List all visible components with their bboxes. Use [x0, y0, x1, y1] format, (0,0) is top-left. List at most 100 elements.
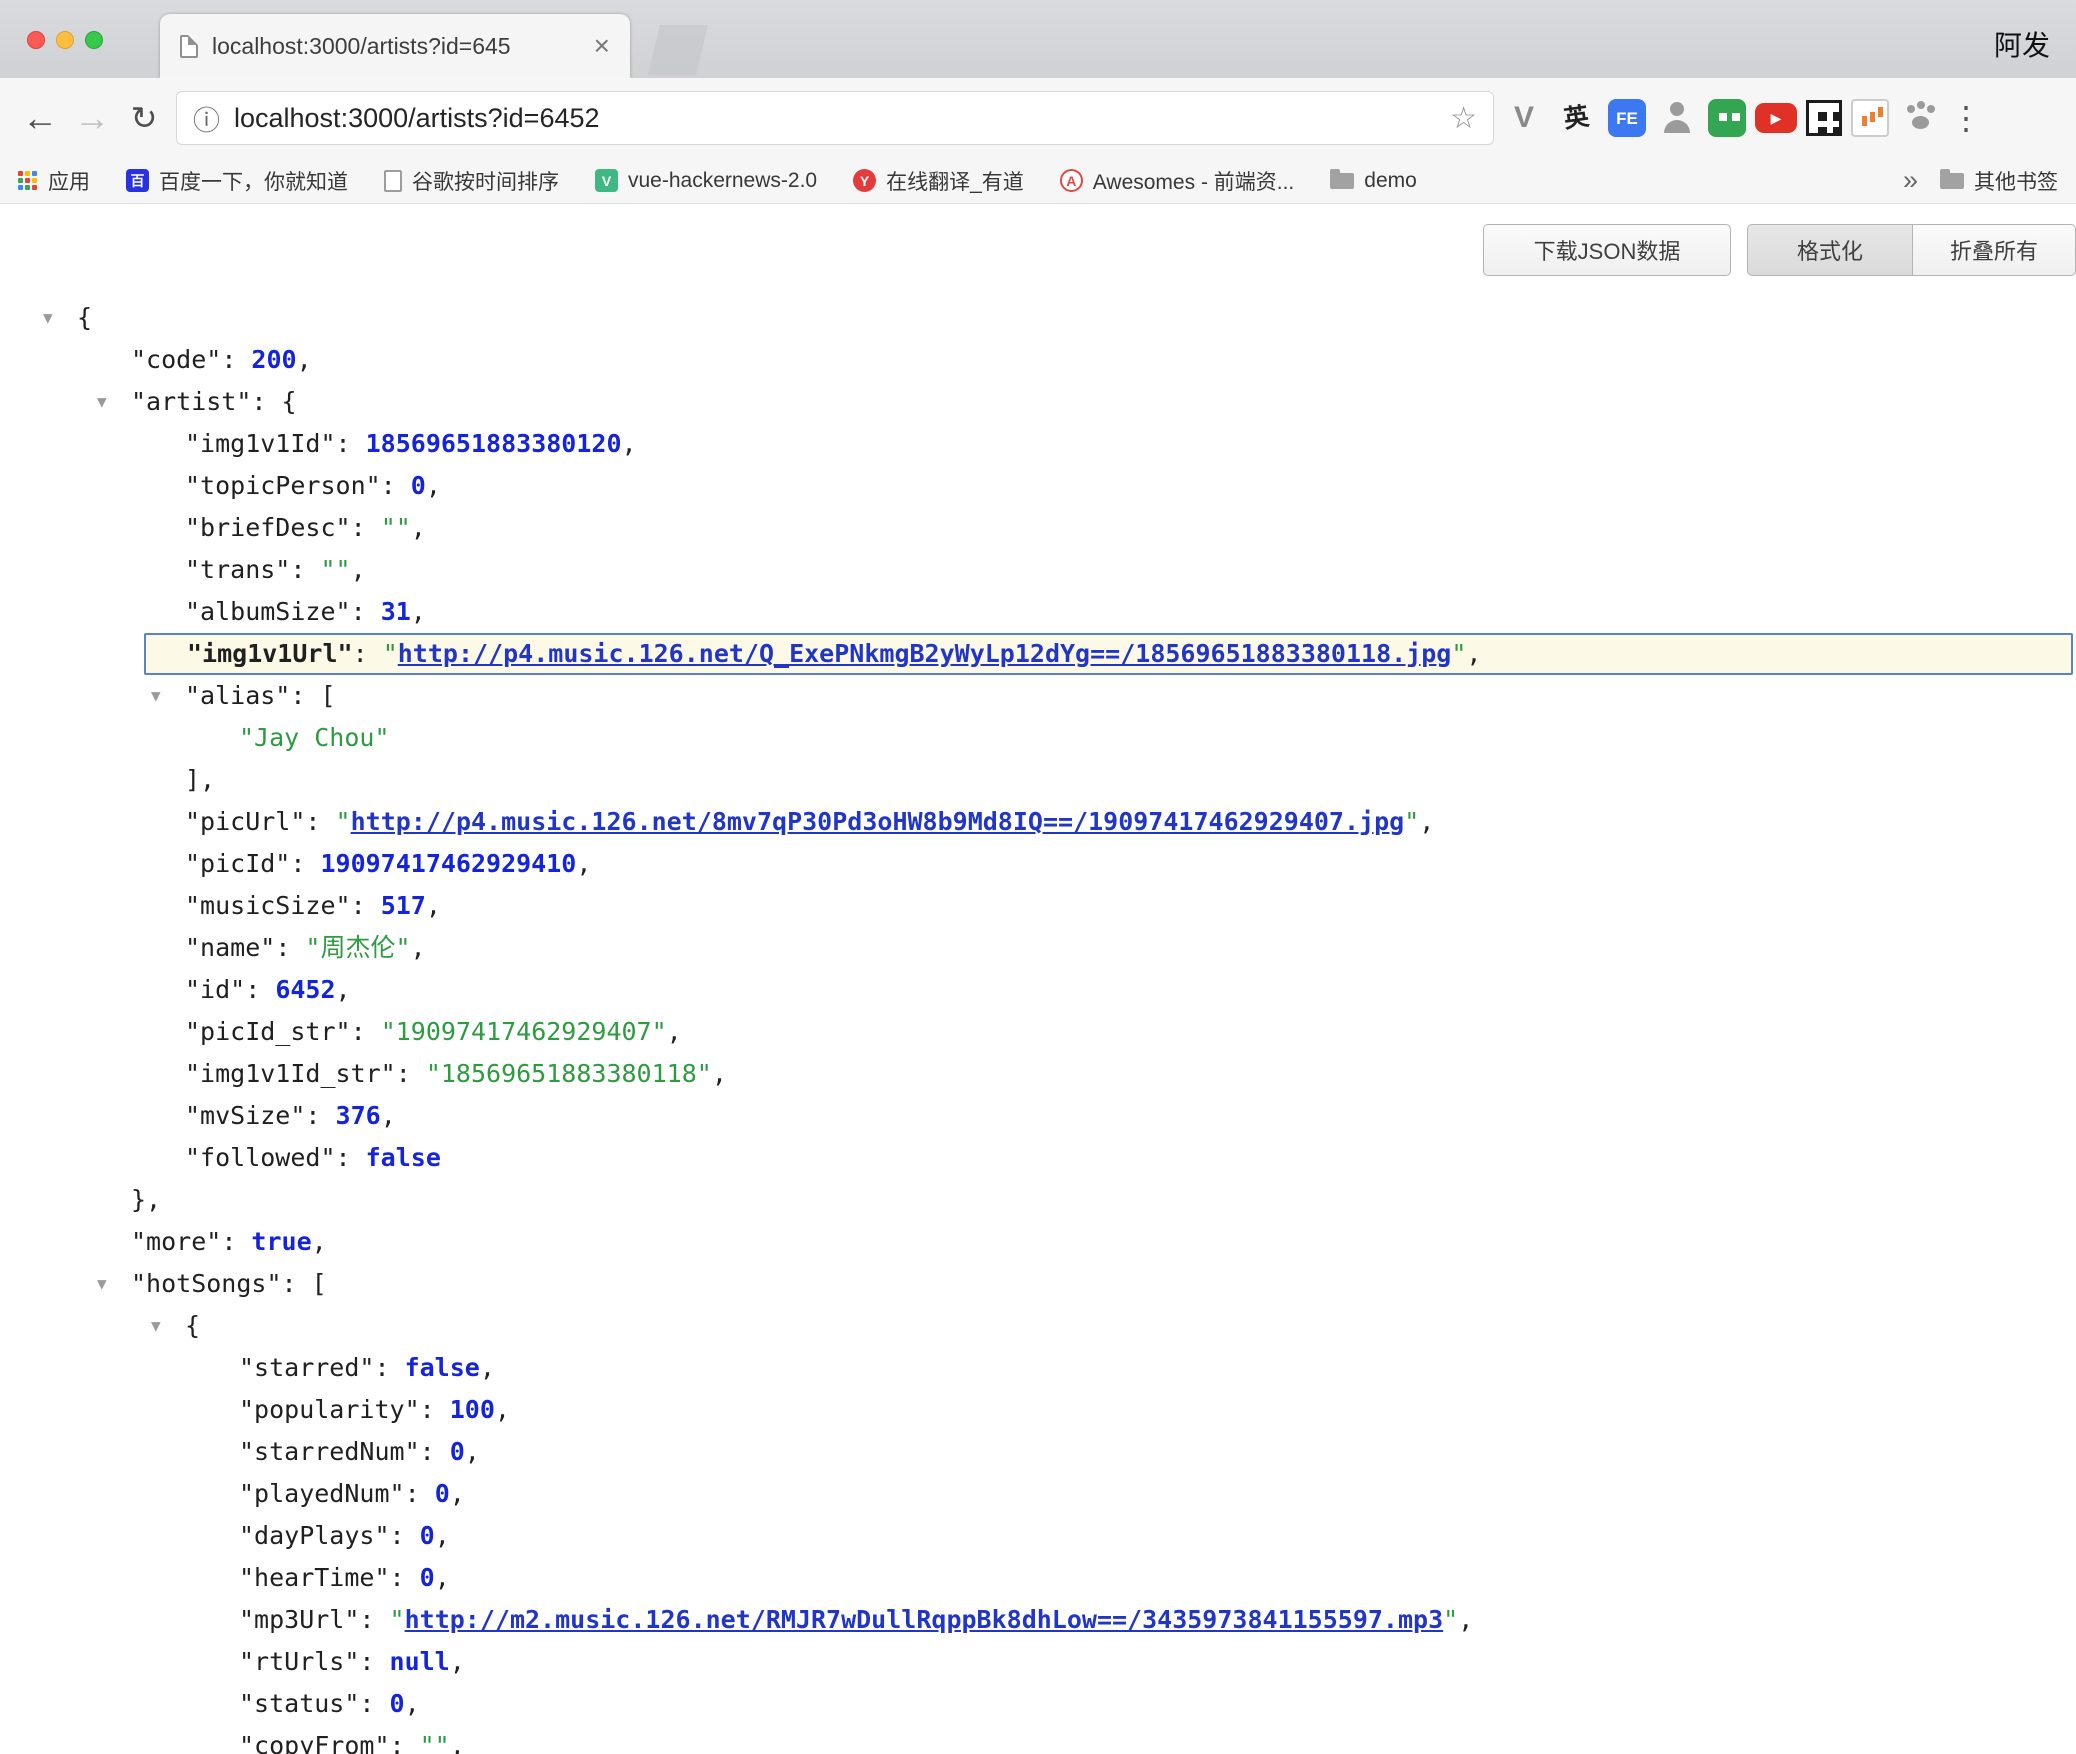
json-token-punct: :: [420, 1395, 450, 1424]
json-token-num: 517: [381, 891, 426, 920]
json-line: "playedNum": 0,: [0, 1473, 2076, 1515]
browser-tab[interactable]: localhost:3000/artists?id=645 ×: [160, 14, 630, 78]
close-window-button[interactable]: [27, 31, 45, 49]
bookmark-item[interactable]: 百百度一下，你就知道: [126, 166, 348, 196]
window-controls: [27, 31, 103, 49]
other-bookmarks[interactable]: 其他书签: [1940, 166, 2058, 196]
tab-close-icon[interactable]: ×: [594, 32, 610, 60]
json-token-punct: : [: [290, 681, 335, 710]
json-token-punct: :: [359, 1689, 389, 1718]
json-token-punct: ,: [312, 1227, 327, 1256]
bookmarks-bar: 应用 百百度一下，你就知道 谷歌按时间排序 Vvue-hackernews-2.0 Y…: [0, 158, 2076, 204]
awesomes-icon: A: [1060, 169, 1083, 192]
vimium-icon-glyph: V: [1514, 103, 1534, 133]
json-token-num: 0: [411, 471, 426, 500]
json-token-punct: ,: [712, 1059, 727, 1088]
json-token-num: 0: [420, 1563, 435, 1592]
new-tab-button[interactable]: [648, 25, 708, 75]
json-token-num: 0: [435, 1479, 450, 1508]
menu-kebab-icon[interactable]: ⋮: [1950, 99, 1980, 137]
json-token-num: 100: [450, 1395, 495, 1424]
collapse-all-button[interactable]: 折叠所有: [1913, 224, 2076, 276]
fe-extension-icon-glyph: FE: [1616, 110, 1638, 127]
player-icon[interactable]: [1851, 99, 1889, 137]
bookmark-item[interactable]: demo: [1330, 169, 1417, 193]
youdao-translate-pen-icon[interactable]: 英: [1555, 96, 1599, 140]
bookmarks-overflow-icon[interactable]: »: [1903, 165, 1918, 196]
profile-name[interactable]: 阿发: [1994, 24, 2050, 64]
bookmark-item[interactable]: Vvue-hackernews-2.0: [595, 169, 817, 193]
collapse-arrow-icon[interactable]: ▼: [97, 1263, 107, 1305]
bookmark-item[interactable]: Y在线翻译_有道: [853, 166, 1024, 196]
url-text[interactable]: localhost:3000/artists?id=6452: [234, 103, 600, 134]
json-url-link[interactable]: http://p4.music.126.net/8mv7qP30Pd3oHW8b…: [351, 807, 1405, 836]
json-token-punct: :: [290, 555, 320, 584]
page-info-icon[interactable]: ⓘ: [193, 99, 220, 138]
fe-extension-icon[interactable]: FE: [1608, 99, 1646, 137]
json-token-punct: ,: [1458, 1605, 1473, 1634]
json-token-str: ": [1404, 807, 1419, 836]
address-bar[interactable]: ⓘ localhost:3000/artists?id=6452 ☆: [176, 91, 1494, 145]
bookmark-label: 在线翻译_有道: [886, 166, 1024, 196]
json-token-key: "trans": [185, 555, 290, 584]
format-button[interactable]: 格式化: [1747, 224, 1913, 276]
browser-window: localhost:3000/artists?id=645 × 阿发 ← → ↻…: [0, 0, 2076, 1754]
json-token-punct: ,: [351, 555, 366, 584]
zoom-window-button[interactable]: [85, 31, 103, 49]
bookmark-star-icon[interactable]: ☆: [1450, 101, 1477, 136]
collapse-arrow-icon[interactable]: ▼: [43, 297, 53, 339]
collapse-arrow-icon[interactable]: ▼: [151, 675, 161, 717]
bookmark-item[interactable]: 谷歌按时间排序: [384, 166, 559, 196]
reload-button[interactable]: ↻: [118, 99, 170, 137]
json-token-key: "picId_str": [185, 1017, 351, 1046]
json-token-punct: : {: [251, 387, 296, 416]
json-line: "hearTime": 0,: [0, 1557, 2076, 1599]
json-tree: ▼{"code": 200,▼"artist": {"img1v1Id": 18…: [0, 297, 2076, 1754]
paw-icon[interactable]: [1898, 96, 1942, 140]
minimize-window-button[interactable]: [56, 31, 74, 49]
collapse-arrow-icon[interactable]: ▼: [97, 381, 107, 423]
json-token-punct: :: [420, 1437, 450, 1466]
extension-icons: V英 FE ▶: [1502, 96, 1942, 140]
bookmark-label: demo: [1364, 169, 1417, 193]
json-line: "popularity": 100,: [0, 1389, 2076, 1431]
json-token-key: "briefDesc": [185, 513, 351, 542]
json-token-num: 0: [450, 1437, 465, 1466]
json-token-punct: :: [275, 933, 305, 962]
json-line: "mvSize": 376,: [0, 1095, 2076, 1137]
qrcode-icon[interactable]: [1806, 100, 1842, 136]
json-line: "dayPlays": 0,: [0, 1515, 2076, 1557]
download-json-button[interactable]: 下载JSON数据: [1483, 224, 1731, 276]
json-line: "followed": false: [0, 1137, 2076, 1179]
json-token-bool: false: [405, 1353, 480, 1382]
json-token-punct: ,: [1466, 639, 1481, 668]
json-line: "name": "周杰伦",: [0, 927, 2076, 969]
tab-title: localhost:3000/artists?id=645: [212, 33, 580, 60]
json-token-punct: ,: [411, 933, 426, 962]
json-token-key: "copyFrom": [239, 1731, 390, 1754]
json-token-str: "Jay Chou": [239, 723, 390, 752]
collapse-arrow-icon[interactable]: ▼: [151, 1305, 161, 1347]
json-token-punct: :: [405, 1479, 435, 1508]
json-token-key: "mvSize": [185, 1101, 305, 1130]
bookmark-label: 百度一下，你就知道: [159, 166, 348, 196]
json-token-punct: :: [245, 975, 275, 1004]
green-extension-icon[interactable]: [1708, 99, 1746, 137]
user-extension-icon[interactable]: [1655, 96, 1699, 140]
youtube-icon[interactable]: ▶: [1755, 103, 1797, 133]
json-line: ▼"hotSongs": [: [0, 1263, 2076, 1305]
json-token-key: "img1v1Id_str": [185, 1059, 396, 1088]
page-favicon-icon: [180, 35, 198, 58]
back-button[interactable]: ←: [14, 97, 66, 139]
bookmark-item[interactable]: AAwesomes - 前端资...: [1060, 166, 1295, 196]
json-token-str: ": [383, 639, 398, 668]
vimium-icon[interactable]: V: [1502, 96, 1546, 140]
json-line: "briefDesc": "",: [0, 507, 2076, 549]
json-token-punct: :: [336, 1143, 366, 1172]
json-url-link[interactable]: http://m2.music.126.net/RMJR7wDullRqppBk…: [405, 1605, 1444, 1634]
apps-shortcut[interactable]: 应用: [18, 166, 90, 196]
json-token-key: "mp3Url": [239, 1605, 359, 1634]
forward-button[interactable]: →: [66, 97, 118, 139]
json-token-punct: :: [390, 1563, 420, 1592]
json-url-link[interactable]: http://p4.music.126.net/Q_ExePNkmgB2yWyL…: [398, 639, 1452, 668]
